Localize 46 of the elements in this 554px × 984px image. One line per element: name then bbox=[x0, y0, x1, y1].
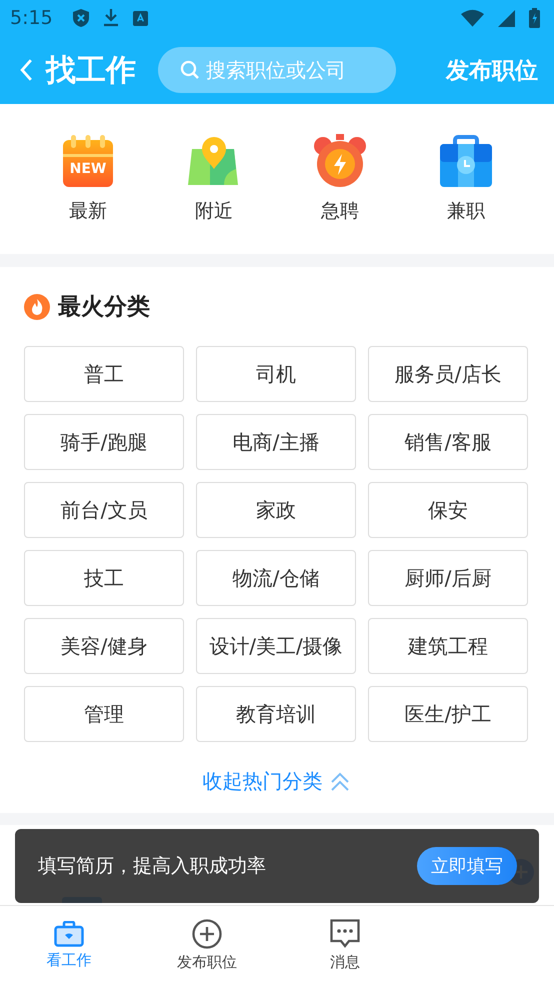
map-pin-icon bbox=[188, 134, 240, 188]
category-button[interactable]: 美容/健身 bbox=[24, 618, 184, 674]
category-button[interactable]: 管理 bbox=[24, 686, 184, 742]
category-button[interactable]: 司机 bbox=[196, 346, 356, 402]
download-icon bbox=[102, 9, 119, 27]
signal-icon bbox=[498, 10, 515, 26]
category-button[interactable]: 服务员/店长 bbox=[368, 346, 528, 402]
category-button[interactable]: 销售/客服 bbox=[368, 414, 528, 470]
quick-link[interactable]: 附近 bbox=[151, 134, 277, 224]
search-icon bbox=[180, 60, 200, 80]
calendar-icon bbox=[63, 134, 113, 188]
quick-link[interactable]: NEW 最新 bbox=[25, 134, 151, 224]
search-field[interactable]: 搜索职位或公司 bbox=[158, 47, 396, 93]
shield-icon bbox=[72, 9, 89, 27]
section-title: 最火分类 bbox=[58, 293, 150, 322]
category-button[interactable]: 家政 bbox=[196, 482, 356, 538]
category-button[interactable]: 设计/美工/摄像 bbox=[196, 618, 356, 674]
category-button[interactable]: 物流/仓储 bbox=[196, 550, 356, 606]
quick-link[interactable]: 兼职 bbox=[403, 134, 529, 224]
category-button[interactable]: 医生/护工 bbox=[368, 686, 528, 742]
quick-link[interactable]: 急聘 bbox=[277, 134, 403, 224]
keyboard-icon bbox=[132, 10, 148, 26]
briefcase-clock-icon bbox=[440, 134, 492, 188]
category-button[interactable]: 教育培训 bbox=[196, 686, 356, 742]
category-button[interactable]: 建筑工程 bbox=[368, 618, 528, 674]
plus-circle-icon bbox=[192, 918, 222, 948]
category-button[interactable]: 电商/主播 bbox=[196, 414, 356, 470]
wifi-icon bbox=[461, 9, 484, 27]
category-button[interactable]: 前台/文员 bbox=[24, 482, 184, 538]
nav-item[interactable]: 发布职位 bbox=[138, 906, 276, 984]
page-title: 找工作 bbox=[46, 52, 136, 90]
nav-item[interactable]: 消息 bbox=[276, 906, 414, 984]
status-time: 5:15 bbox=[10, 7, 53, 29]
toast-message: 填写简历，提高入职成功率 bbox=[38, 854, 267, 879]
flame-icon bbox=[24, 294, 50, 320]
briefcase-icon bbox=[54, 920, 84, 946]
chat-bubble-icon bbox=[330, 918, 360, 948]
double-chevron-up-icon bbox=[328, 770, 350, 792]
category-button[interactable]: 技工 bbox=[24, 550, 184, 606]
category-button[interactable]: 普工 bbox=[24, 346, 184, 402]
alarm-clock-icon bbox=[313, 134, 367, 188]
category-button[interactable]: 厨师/后厨 bbox=[368, 550, 528, 606]
battery-icon bbox=[529, 8, 540, 28]
category-button[interactable]: 骑手/跑腿 bbox=[24, 414, 184, 470]
category-button[interactable]: 保安 bbox=[368, 482, 528, 538]
new-label: NEW bbox=[68, 161, 108, 177]
